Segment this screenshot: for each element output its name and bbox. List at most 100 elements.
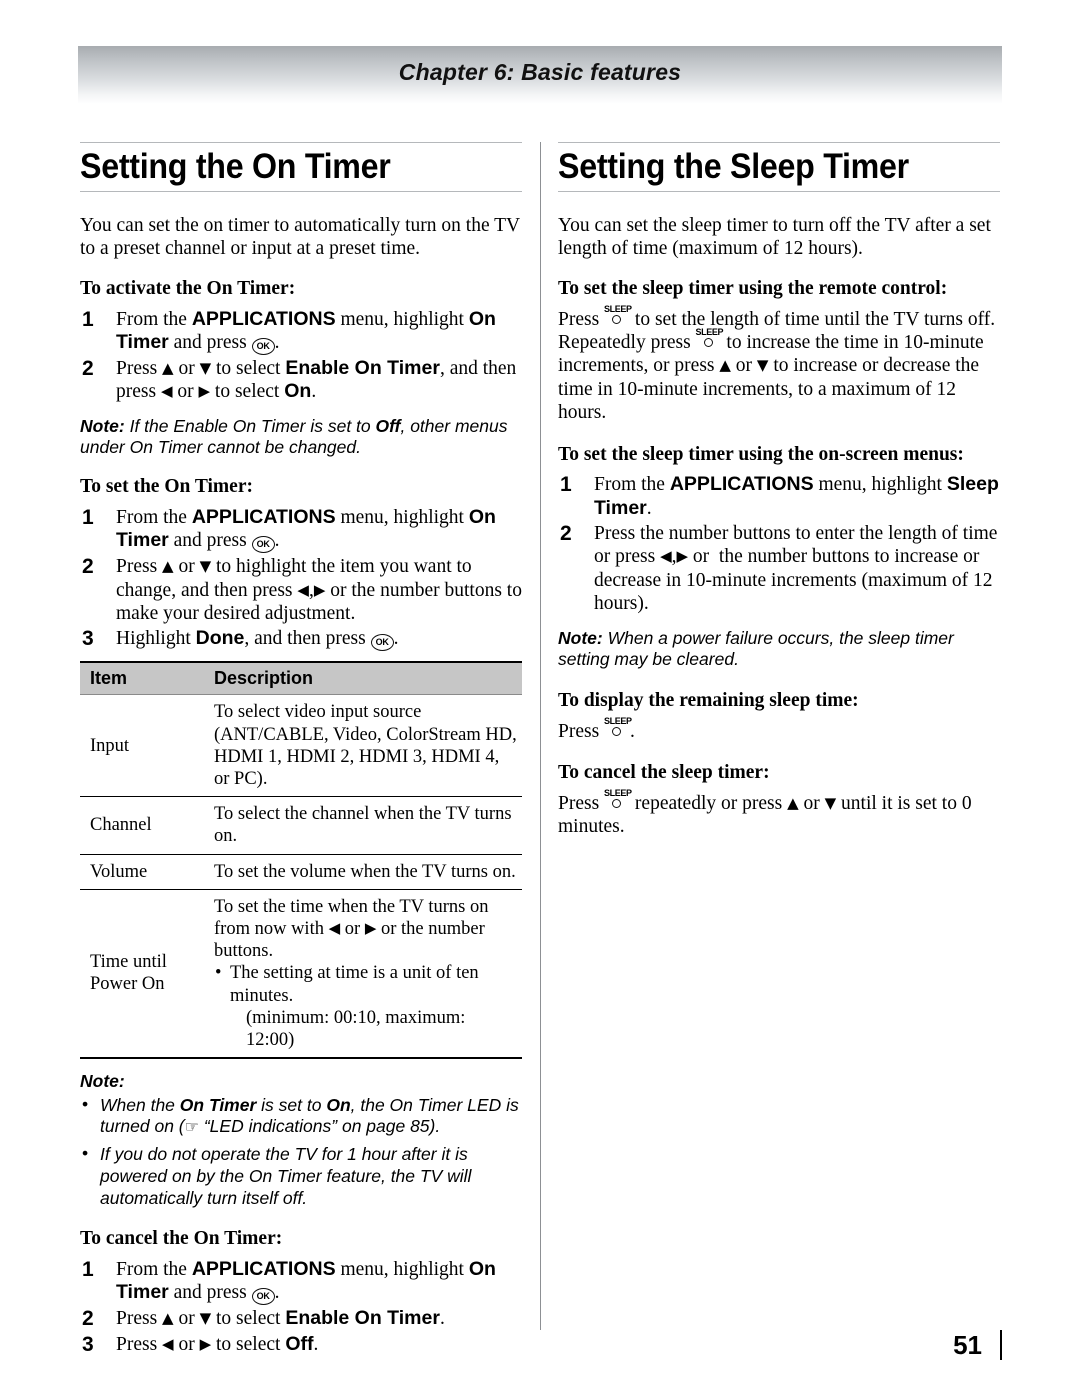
steps-sleep-menus: 1 From the APPLICATIONS menu, highlight …: [558, 473, 1000, 615]
right-arrow-icon: ▶: [364, 918, 377, 937]
on-timer-intro: You can set the on timer to automaticall…: [80, 215, 520, 260]
note-power-failure: Note: When a power failure occurs, the s…: [558, 628, 1000, 671]
heading-cancel-sleep: To cancel the sleep timer:: [558, 762, 770, 784]
step-number: 1: [82, 307, 94, 331]
note-block-on-timer: Note: When the On Timer is set to On, th…: [80, 1071, 522, 1209]
term-on: On: [326, 1094, 351, 1115]
note-text: When a power failure occurs, the sleep t…: [558, 627, 954, 670]
page-title-on-timer: Setting the On Timer: [80, 147, 391, 186]
column-header-item: Item: [80, 661, 204, 696]
term-enable-on-timer: Enable On Timer: [285, 356, 440, 379]
sleep-button-icon: SLEEP: [604, 716, 632, 740]
heading-sleep-menus: To set the sleep timer using the on-scre…: [558, 443, 964, 465]
list-item: 2 Press the number buttons to enter the …: [560, 522, 998, 615]
up-arrow-icon: ▲: [787, 793, 799, 812]
up-arrow-icon: ▲: [162, 557, 174, 576]
cell-item: Volume: [80, 854, 204, 890]
column-divider: [540, 142, 541, 1330]
left-arrow-icon: ◀: [660, 547, 672, 566]
table-row: Time until Power On To set the time when …: [80, 889, 522, 1060]
list-item: 3 Highlight Done, and then press OK.: [82, 627, 399, 652]
sleep-button-icon: SLEEP: [604, 304, 632, 328]
down-arrow-icon: ▼: [199, 358, 212, 377]
cell-item: Time until Power On: [80, 889, 204, 1060]
left-arrow-icon: ◀: [328, 918, 341, 937]
left-column: Setting the On Timer You can set the on …: [80, 142, 522, 1362]
up-arrow-icon: ▲: [719, 356, 731, 375]
list-item: When the On Timer is set to On, the On T…: [80, 1094, 522, 1138]
heading-activate-on-timer: To activate the On Timer:: [80, 277, 296, 299]
page-footer: 51: [0, 1330, 1002, 1360]
table-body: Input To select video input source (ANT/…: [80, 694, 522, 1060]
right-section-heading: Setting the Sleep Timer: [558, 142, 1000, 192]
sleep-button-icon: SLEEP: [696, 327, 723, 351]
step-number: 2: [82, 356, 94, 380]
term-applications: APPLICATIONS: [191, 505, 336, 528]
bullet-subtext: (minimum: 00:10, maximum: 12:00): [246, 1007, 466, 1050]
term-applications: APPLICATIONS: [191, 307, 336, 330]
right-arrow-icon: ▶: [198, 382, 211, 401]
cell-bullet-list: The setting at time is a unit of ten min…: [214, 962, 518, 1051]
right-arrow-icon: ▶: [313, 580, 326, 599]
heading-display-remaining: To display the remaining sleep time:: [558, 690, 859, 712]
display-remaining-text: Press SLEEP.: [558, 715, 635, 742]
table-row: Input To select video input source (ANT/…: [80, 694, 522, 798]
step-number: 2: [560, 522, 572, 546]
cell-item: Input: [80, 694, 204, 798]
on-timer-item-table: Item Description Input To select video i…: [80, 661, 522, 1060]
step-number: 2: [82, 555, 94, 579]
down-arrow-icon: ▼: [756, 356, 769, 375]
list-item: 2 Press ▲ or ▼ to select Enable On Timer…: [82, 1307, 445, 1331]
sleep-remote-text: Press SLEEP to set the length of time un…: [558, 303, 996, 424]
term-on: On: [284, 380, 312, 403]
note-label: Note:: [80, 1071, 125, 1092]
cell-description: To set the time when the TV turns on fro…: [204, 889, 522, 1060]
cell-description: To select the channel when the TV turns …: [204, 796, 522, 855]
list-item: If you do not operate the TV for 1 hour …: [80, 1143, 522, 1209]
list-item: 2 Press ▲ or ▼ to select Enable On Timer…: [82, 356, 517, 403]
right-arrow-icon: ▶: [676, 547, 689, 566]
ok-button-icon: OK: [251, 536, 275, 554]
table-header: Item Description: [80, 661, 522, 696]
steps-activate-on-timer: 1 From the APPLICATIONS menu, highlight …: [80, 308, 522, 404]
sleep-button-icon: SLEEP: [604, 788, 632, 812]
term-enable-on-timer: Enable On Timer: [285, 1307, 440, 1330]
step-number: 1: [82, 505, 94, 529]
heading-sleep-remote: To set the sleep timer using the remote …: [558, 277, 948, 299]
up-arrow-icon: ▲: [162, 358, 174, 377]
ok-button-icon: OK: [251, 1288, 275, 1306]
pointing-hand-icon: ☞: [184, 1117, 199, 1137]
heading-cancel-on-timer: To cancel the On Timer:: [80, 1228, 283, 1250]
list-item: 1 From the APPLICATIONS menu, highlight …: [560, 473, 999, 519]
steps-set-on-timer: 1 From the APPLICATIONS menu, highlight …: [80, 506, 522, 652]
table-header-row: Item Description: [80, 661, 522, 696]
note-label: Note:: [558, 627, 603, 648]
left-arrow-icon: ◀: [297, 580, 309, 599]
list-item: The setting at time is a unit of ten min…: [214, 962, 518, 1051]
cell-description: To set the volume when the TV turns on.: [204, 854, 522, 890]
term-off: Off: [375, 415, 401, 436]
term-applications: APPLICATIONS: [669, 473, 814, 496]
list-item: 1 From the APPLICATIONS menu, highlight …: [82, 505, 496, 554]
step-number: 3: [82, 627, 94, 651]
up-arrow-icon: ▲: [162, 1309, 174, 1328]
step-number: 2: [82, 1307, 94, 1331]
note-bullet-list: When the On Timer is set to On, the On T…: [80, 1094, 522, 1209]
sleep-timer-intro: You can set the sleep timer to turn off …: [558, 215, 991, 260]
ok-button-icon: OK: [251, 337, 275, 355]
note-label: Note:: [80, 415, 125, 436]
step-number: 1: [560, 473, 572, 497]
list-item: 2 Press ▲ or ▼ to highlight the item you…: [82, 555, 522, 625]
down-arrow-icon: ▼: [199, 557, 212, 576]
column-header-description: Description: [204, 661, 522, 696]
bullet-text: The setting at time is a unit of ten min…: [230, 963, 479, 1006]
table-row: Volume To set the volume when the TV tur…: [80, 854, 522, 890]
step-number: 1: [82, 1257, 94, 1281]
chapter-title: Chapter 6: Basic features: [398, 59, 682, 85]
term-done: Done: [195, 627, 245, 650]
note-enable-on-timer: Note: If the Enable On Timer is set to O…: [80, 415, 508, 458]
page-number: 51: [953, 1330, 1002, 1360]
left-section-heading: Setting the On Timer: [80, 142, 522, 192]
cell-description: To select video input source (ANT/CABLE,…: [204, 694, 522, 798]
ok-button-icon: OK: [370, 634, 394, 652]
